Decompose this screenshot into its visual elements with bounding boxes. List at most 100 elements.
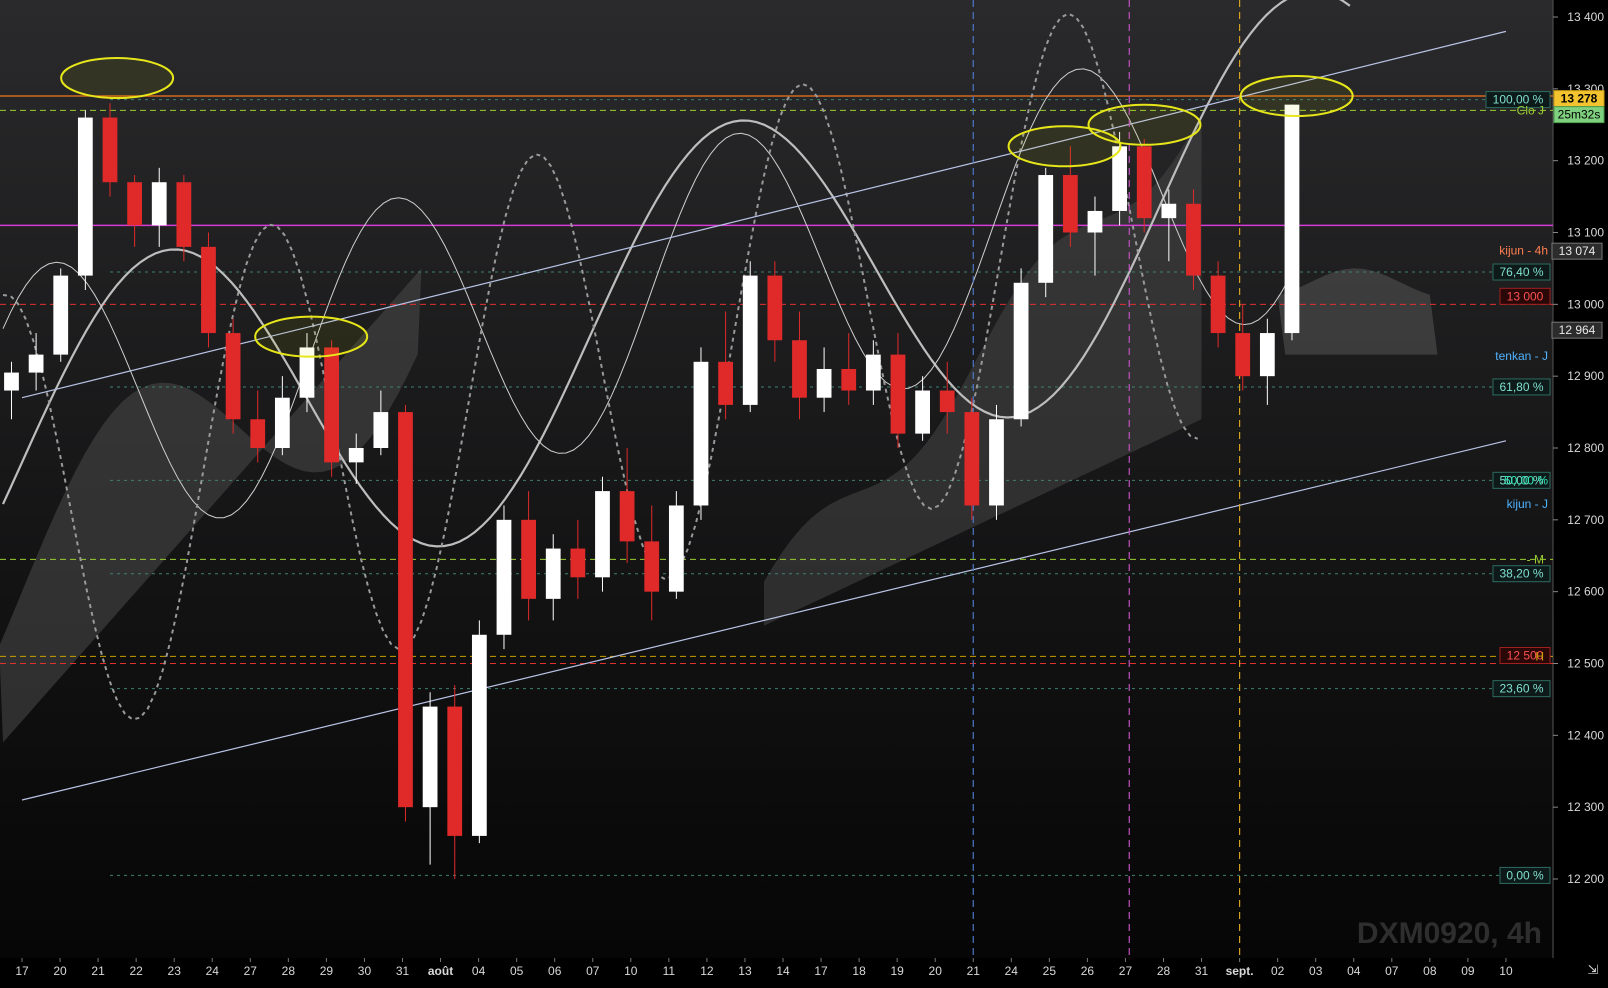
x-tick-label: 24 xyxy=(1005,964,1019,978)
y-tick-label: 12 200 xyxy=(1567,872,1604,886)
candle-body xyxy=(176,182,192,247)
x-tick-label: 04 xyxy=(472,964,486,978)
x-tick-label: 12 xyxy=(700,964,714,978)
indicator-label: tenkan - J xyxy=(1495,349,1548,363)
x-tick-label: 30 xyxy=(358,964,372,978)
y-tick-label: 12 300 xyxy=(1567,800,1604,814)
x-tick-label: 02 xyxy=(1271,964,1285,978)
candle-body xyxy=(545,548,561,599)
candle-body xyxy=(1136,146,1152,219)
x-tick-label: 20 xyxy=(929,964,943,978)
candle-body xyxy=(53,275,69,355)
candle-body xyxy=(28,354,44,373)
candle-body xyxy=(4,372,19,391)
highlight-ellipse xyxy=(254,315,369,358)
candle-body xyxy=(471,634,487,836)
candle-body xyxy=(151,182,167,226)
x-tick-label: 31 xyxy=(396,964,410,978)
y-tick-label: 12 600 xyxy=(1567,585,1604,599)
candle-body xyxy=(570,548,586,578)
x-tick-label: 05 xyxy=(510,964,524,978)
x-tick-label: 09 xyxy=(1461,964,1475,978)
current-price: 13 278 xyxy=(1561,92,1598,106)
candle-body xyxy=(718,361,733,405)
x-tick-label: sept. xyxy=(1226,964,1254,978)
x-tick-label: 07 xyxy=(1385,964,1399,978)
fib-label: 0,00 % xyxy=(1506,868,1544,882)
candle-body xyxy=(1038,175,1054,283)
candle-body xyxy=(127,182,142,226)
x-tick-label: 11 xyxy=(663,964,676,978)
candle-body xyxy=(989,419,1004,506)
candle-body xyxy=(693,361,709,506)
candle-body xyxy=(225,333,241,420)
highlight-ellipse xyxy=(60,57,175,100)
candle-body xyxy=(767,275,783,341)
candle-body xyxy=(890,354,906,434)
x-tick-label: 14 xyxy=(776,964,790,978)
x-tick-label: 06 xyxy=(548,964,562,978)
x-tick-label: 21 xyxy=(967,964,981,978)
candle-body xyxy=(1284,104,1300,334)
candle-body xyxy=(841,368,857,391)
candle-body xyxy=(102,117,118,183)
y-tick-label: 13 200 xyxy=(1567,154,1604,168)
price-axis-background xyxy=(1553,0,1608,983)
x-tick-label: 29 xyxy=(320,964,334,978)
candle-body xyxy=(250,419,266,448)
x-tick-label: 04 xyxy=(1347,964,1361,978)
candle-body xyxy=(1186,203,1201,276)
resize-arrows-icon[interactable]: ⇲ xyxy=(1582,961,1604,979)
indicator-label: kijun - 4h xyxy=(1499,243,1548,257)
x-tick-label: 26 xyxy=(1081,964,1095,978)
side-value: 12 964 xyxy=(1559,323,1596,337)
candle-body xyxy=(1235,333,1251,377)
symbol-watermark: DXM0920, 4h xyxy=(1357,917,1542,950)
x-tick-label: 28 xyxy=(282,964,296,978)
candle-body xyxy=(496,519,512,635)
fib-label: 38,20 % xyxy=(1499,567,1543,581)
fib-label: 76,40 % xyxy=(1499,265,1543,279)
x-tick-label: 07 xyxy=(586,964,600,978)
x-tick-label: 20 xyxy=(53,964,67,978)
y-tick-label: 12 700 xyxy=(1567,513,1604,527)
price-line-label: 13 000 xyxy=(1507,289,1544,303)
candle-body xyxy=(865,354,881,391)
y-tick-label: 12 400 xyxy=(1567,728,1604,742)
price-line-label: H xyxy=(1535,649,1544,663)
x-tick-label: 17 xyxy=(814,964,828,978)
x-tick-label: 18 xyxy=(852,964,866,978)
candle-body xyxy=(619,491,635,542)
x-tick-label: 08 xyxy=(1423,964,1437,978)
y-tick-label: 13 400 xyxy=(1567,10,1604,24)
candle-body xyxy=(668,505,684,592)
x-tick-label: 22 xyxy=(129,964,143,978)
candle-body xyxy=(816,368,832,398)
candle-body xyxy=(644,541,660,592)
x-tick-label: 27 xyxy=(1119,964,1133,978)
candle-body xyxy=(964,412,980,506)
candle-body xyxy=(398,412,413,808)
indicator-label: 50,00 % xyxy=(1504,473,1548,487)
highlight-ellipse xyxy=(1239,75,1354,118)
price-line-label: - M xyxy=(1527,552,1544,566)
candle-body xyxy=(1210,275,1226,334)
chart-canvas[interactable]: DXM0920, 4h 12 200 12 300 12 400 12 500 12 6… xyxy=(0,0,1608,983)
candle-body xyxy=(792,340,807,398)
x-tick-label: 10 xyxy=(624,964,638,978)
x-tick-label: 28 xyxy=(1157,964,1171,978)
x-tick-label: 27 xyxy=(244,964,258,978)
chart: DXM0920, 4h 12 200 12 300 12 400 12 500 12 6… xyxy=(0,0,1608,983)
candle-body xyxy=(77,117,93,276)
candle-body xyxy=(422,706,438,808)
candle-body xyxy=(348,448,364,463)
x-tick-label: 10 xyxy=(1499,964,1513,978)
highlight-ellipse xyxy=(1087,103,1202,146)
candle-body xyxy=(324,347,339,463)
x-tick-label: 21 xyxy=(91,964,105,978)
candle-body xyxy=(1062,175,1078,233)
x-tick-label: 17 xyxy=(15,964,29,978)
candle-body xyxy=(274,397,290,448)
y-tick-label: 12 800 xyxy=(1567,441,1604,455)
candle-body xyxy=(201,246,216,334)
